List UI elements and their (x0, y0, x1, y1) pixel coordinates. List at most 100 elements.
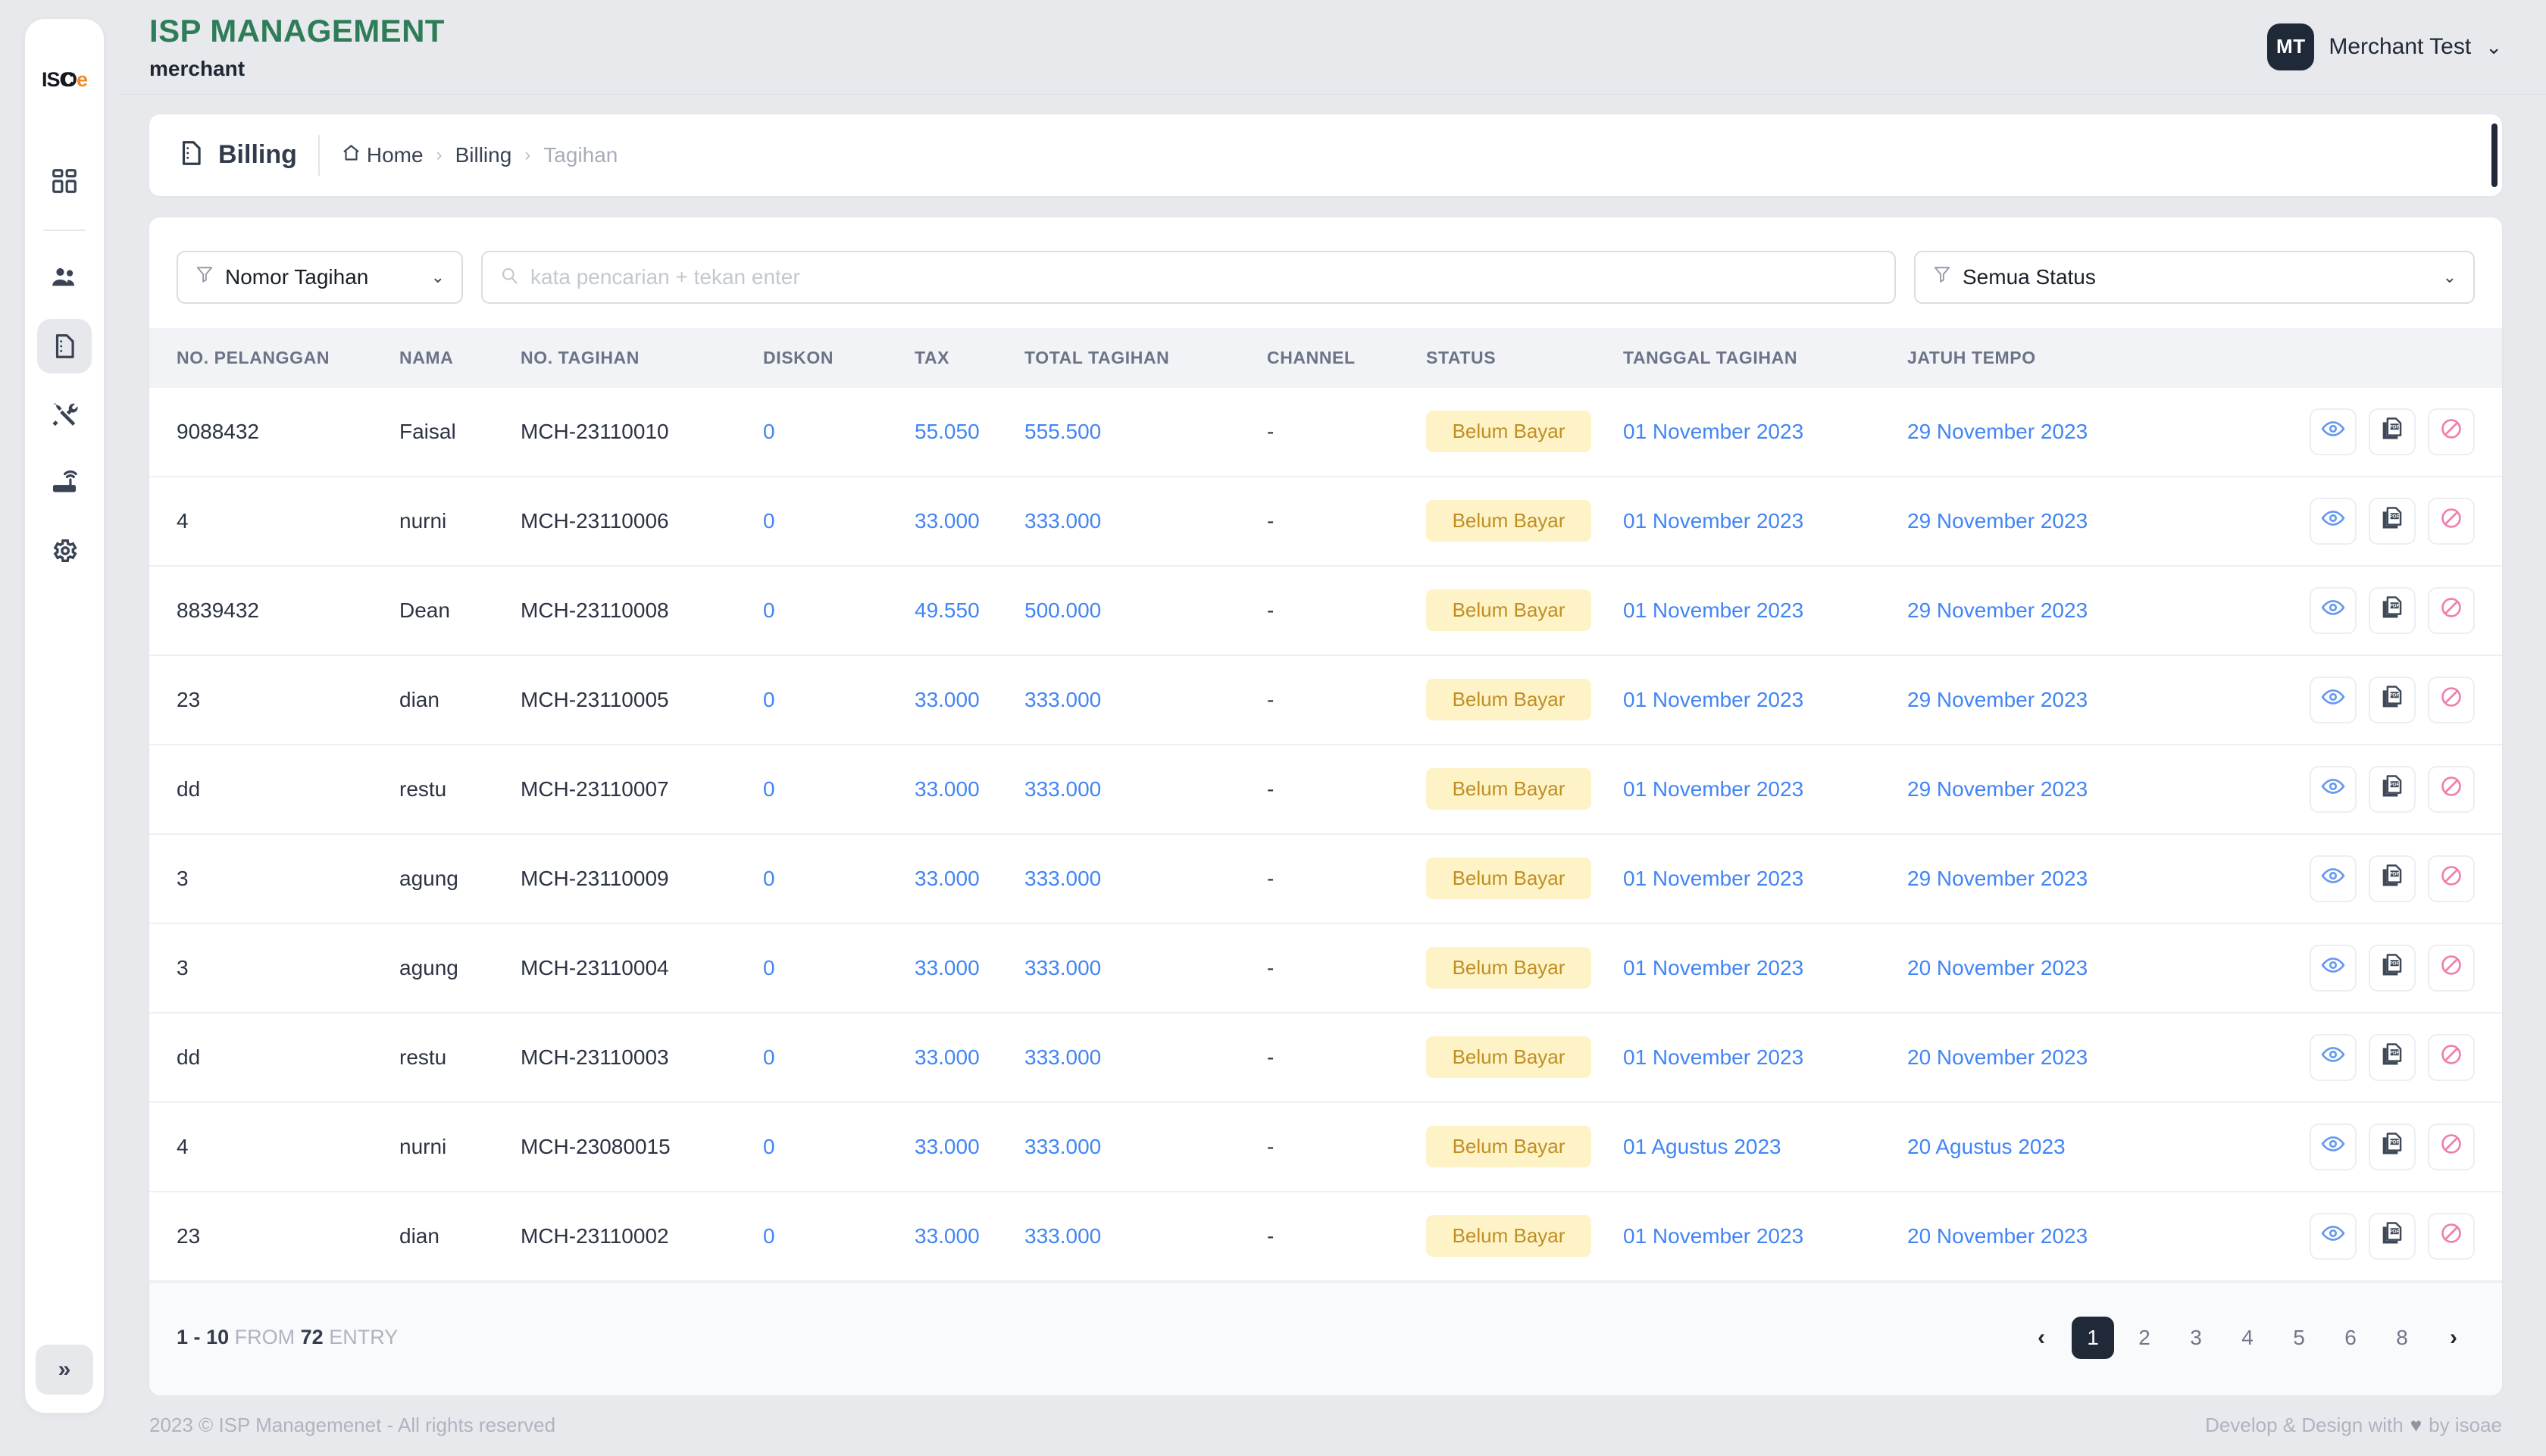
download-pdf-button[interactable]: PDF (2369, 944, 2416, 992)
download-pdf-button[interactable]: PDF (2369, 1212, 2416, 1260)
home-icon (341, 142, 361, 168)
cancel-button[interactable] (2428, 1212, 2475, 1260)
entry-info: 1 - 10 FROM 72 ENTRY (177, 1326, 398, 1349)
pagination-page-8[interactable]: 8 (2381, 1317, 2423, 1359)
svg-text:PDF: PDF (2390, 783, 2400, 788)
cell-no-pelanggan: 23 (149, 655, 399, 745)
cancel-button[interactable] (2428, 1123, 2475, 1170)
view-button[interactable] (2310, 855, 2357, 902)
row-actions: PDF (2195, 676, 2502, 723)
sidebar-item-settings[interactable] (37, 523, 92, 578)
view-button[interactable] (2310, 497, 2357, 545)
page-title: Billing (218, 140, 297, 170)
entry-from-label: FROM (234, 1326, 296, 1349)
column-header-channel: CHANNEL (1267, 327, 1426, 388)
cell-channel: - (1267, 387, 1426, 477)
download-pdf-button[interactable]: PDF (2369, 497, 2416, 545)
svg-text:PDF: PDF (2390, 604, 2400, 609)
sidebar-nav (25, 154, 104, 592)
filter-status-select[interactable]: Semua Status ⌄ (1914, 250, 2475, 304)
cell-nama: agung (399, 923, 521, 1014)
column-header-no-tagihan: NO. TAGIHAN (521, 327, 763, 388)
cancel-button[interactable] (2428, 586, 2475, 634)
pagination-page-1[interactable]: 1 (2072, 1316, 2114, 1359)
cancel-button[interactable] (2428, 497, 2475, 545)
cell-tanggal-tagihan: 01 November 2023 (1623, 1012, 1907, 1103)
cell-tax: 33.000 (915, 476, 1024, 567)
view-button[interactable] (2310, 1212, 2357, 1260)
download-pdf-button[interactable]: PDF (2369, 586, 2416, 634)
footer-credit: Develop & Design with ♥ by isoae (2205, 1414, 2502, 1437)
search-box[interactable] (481, 250, 1896, 304)
filter-field-select[interactable]: Nomor Tagihan ⌄ (177, 250, 463, 304)
download-pdf-button[interactable]: PDF (2369, 676, 2416, 723)
cell-tanggal-tagihan: 01 November 2023 (1623, 476, 1907, 567)
scrollbar-thumb[interactable] (2491, 123, 2498, 187)
cell-jatuh-tempo: 29 November 2023 (1907, 655, 2195, 745)
cancel-button[interactable] (2428, 408, 2475, 455)
svg-text:PDF: PDF (2390, 1229, 2400, 1235)
page-document-icon (177, 139, 205, 171)
download-pdf-button[interactable]: PDF (2369, 765, 2416, 813)
cell-status: Belum Bayar (1426, 565, 1623, 656)
pagination-page-2[interactable]: 2 (2123, 1317, 2166, 1359)
filter-bar: Nomor Tagihan ⌄ kata pencarian + tekan e… (149, 243, 2502, 328)
pagination-page-5[interactable]: 5 (2278, 1317, 2320, 1359)
eye-icon (2321, 1132, 2345, 1161)
download-pdf-button[interactable]: PDF (2369, 1123, 2416, 1170)
user-menu[interactable]: MT Merchant Test ⌄ (2267, 23, 2502, 70)
breadcrumb-item-billing[interactable]: Billing (455, 143, 512, 167)
prohibited-icon (2439, 506, 2463, 536)
cell-tax: 49.550 (915, 565, 1024, 656)
cell-diskon: 0 (763, 923, 915, 1014)
view-button[interactable] (2310, 676, 2357, 723)
pdf-icon: PDF (2380, 595, 2404, 625)
breadcrumb-item-home[interactable]: Home (341, 142, 424, 168)
pagination-page-6[interactable]: 6 (2329, 1317, 2372, 1359)
prohibited-icon (2439, 774, 2463, 804)
column-header-tanggal-tagihan: TANGGAL TAGIHAN (1623, 327, 1907, 388)
status-badge: Belum Bayar (1426, 411, 1591, 453)
sidebar-item-billing[interactable] (37, 319, 92, 373)
pagination-page-3[interactable]: 3 (2175, 1317, 2217, 1359)
view-button[interactable] (2310, 1033, 2357, 1081)
download-pdf-button[interactable]: PDF (2369, 1033, 2416, 1081)
view-button[interactable] (2310, 1123, 2357, 1170)
header-divider (317, 134, 320, 176)
download-pdf-button[interactable]: PDF (2369, 408, 2416, 455)
cell-actions: PDF (2195, 1101, 2502, 1192)
cell-no-tagihan: MCH-23110005 (521, 655, 763, 745)
sidebar-item-devices[interactable] (37, 455, 92, 510)
download-pdf-button[interactable]: PDF (2369, 855, 2416, 902)
cancel-button[interactable] (2428, 944, 2475, 992)
view-button[interactable] (2310, 408, 2357, 455)
cancel-button[interactable] (2428, 855, 2475, 902)
view-button[interactable] (2310, 586, 2357, 634)
view-button[interactable] (2310, 765, 2357, 813)
cell-channel: - (1267, 923, 1426, 1014)
cancel-button[interactable] (2428, 1033, 2475, 1081)
prohibited-icon (2439, 685, 2463, 714)
cancel-button[interactable] (2428, 765, 2475, 813)
cell-actions: PDF (2195, 565, 2502, 656)
cell-no-tagihan: MCH-23110010 (521, 387, 763, 477)
page-title-wrap: Billing (177, 139, 297, 171)
view-button[interactable] (2310, 944, 2357, 992)
cell-jatuh-tempo: 20 Agustus 2023 (1907, 1101, 2195, 1192)
pagination-page-4[interactable]: 4 (2226, 1317, 2269, 1359)
filter-icon (195, 264, 214, 289)
prohibited-icon (2439, 417, 2463, 446)
sidebar-item-tools[interactable] (37, 387, 92, 442)
cell-no-tagihan: MCH-23110004 (521, 923, 763, 1014)
pagination-next-button[interactable]: › (2432, 1317, 2475, 1359)
cell-tax: 33.000 (915, 655, 1024, 745)
pagination-prev-button[interactable]: ‹ (2020, 1317, 2063, 1359)
cancel-button[interactable] (2428, 676, 2475, 723)
sidebar-item-customers[interactable] (37, 251, 92, 305)
cell-channel: - (1267, 833, 1426, 924)
search-input[interactable] (530, 264, 1878, 289)
main-column: ISP MANAGEMENT merchant MT Merchant Test… (117, 0, 2546, 1456)
sidebar-collapse-button[interactable]: » (36, 1345, 93, 1395)
cell-no-pelanggan: 9088432 (149, 387, 399, 477)
sidebar-item-dashboard[interactable] (37, 154, 92, 208)
